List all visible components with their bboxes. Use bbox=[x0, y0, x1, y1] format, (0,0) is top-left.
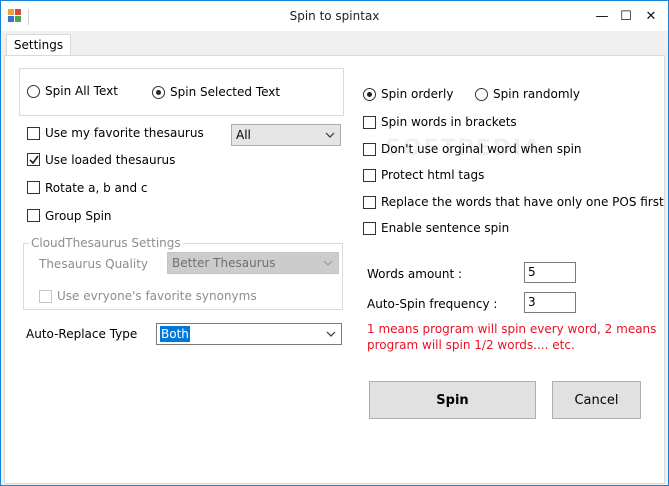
spin-all-text-label[interactable]: Spin All Text bbox=[45, 84, 118, 98]
thesaurus-select[interactable]: All bbox=[231, 124, 341, 146]
favorite-thesaurus-checkbox[interactable] bbox=[27, 127, 40, 140]
brackets-checkbox[interactable] bbox=[363, 116, 376, 129]
group-spin-label[interactable]: Group Spin bbox=[45, 209, 112, 223]
rotate-abc-checkbox[interactable] bbox=[27, 181, 40, 194]
tab-settings[interactable]: Settings bbox=[6, 34, 71, 56]
sentence-spin-label[interactable]: Enable sentence spin bbox=[381, 221, 509, 235]
close-icon: ✕ bbox=[645, 8, 657, 24]
original-word-label[interactable]: Don't use orginal word when spin bbox=[381, 142, 582, 156]
close-button[interactable]: ✕ bbox=[636, 1, 666, 31]
one-pos-checkbox[interactable] bbox=[363, 196, 376, 209]
spin-randomly-label[interactable]: Spin randomly bbox=[493, 87, 580, 101]
cloud-thesaurus-title: CloudThesaurus Settings bbox=[29, 236, 183, 250]
one-pos-label[interactable]: Replace the words that have only one POS… bbox=[381, 195, 664, 209]
spin-orderly-label[interactable]: Spin orderly bbox=[381, 87, 453, 101]
frequency-hint: 1 means program will spin every word, 2 … bbox=[367, 321, 656, 353]
favorite-synonyms-checkbox[interactable] bbox=[39, 290, 52, 303]
window-title: Spin to spintax bbox=[289, 9, 380, 23]
chevron-down-icon bbox=[326, 331, 336, 337]
original-word-checkbox[interactable] bbox=[363, 143, 376, 156]
loaded-thesaurus-checkbox[interactable] bbox=[27, 153, 40, 166]
spin-button[interactable]: Spin bbox=[369, 381, 536, 419]
auto-replace-select[interactable]: Both bbox=[156, 323, 342, 345]
brackets-label[interactable]: Spin words in brackets bbox=[381, 115, 517, 129]
maximize-icon: ☐ bbox=[620, 8, 632, 24]
words-amount-label: Words amount : bbox=[367, 267, 463, 281]
thesaurus-select-value: All bbox=[236, 128, 251, 142]
auto-spin-frequency-label: Auto-Spin frequency : bbox=[367, 297, 498, 311]
title-bar[interactable]: Spin to spintax — ☐ ✕ bbox=[1, 1, 668, 31]
thesaurus-quality-select[interactable]: Better Thesaurus bbox=[167, 252, 339, 274]
auto-replace-label: Auto-Replace Type bbox=[26, 327, 138, 341]
chevron-down-icon bbox=[325, 132, 335, 138]
chevron-down-icon bbox=[323, 260, 333, 266]
app-window: Spin to spintax — ☐ ✕ Settings SOFTPEDIA… bbox=[0, 0, 669, 486]
auto-replace-value: Both bbox=[160, 326, 190, 342]
cancel-button[interactable]: Cancel bbox=[552, 381, 641, 419]
spin-randomly-radio[interactable] bbox=[475, 88, 488, 101]
tab-strip: Settings bbox=[1, 31, 668, 56]
group-spin-checkbox[interactable] bbox=[27, 209, 40, 222]
settings-page: SOFTPEDIA Spin All Text Spin Selected Te… bbox=[4, 55, 665, 484]
spin-orderly-radio[interactable] bbox=[363, 88, 376, 101]
loaded-thesaurus-label[interactable]: Use loaded thesaurus bbox=[45, 153, 175, 167]
favorite-synonyms-label[interactable]: Use evryone's favorite synonyms bbox=[57, 289, 257, 303]
spin-selected-text-radio[interactable] bbox=[152, 86, 165, 99]
frequency-hint-line1: 1 means program will spin every word, 2 … bbox=[367, 322, 657, 336]
frequency-hint-line2: program will spin 1/2 words.... etc. bbox=[367, 338, 575, 352]
favorite-thesaurus-label[interactable]: Use my favorite thesaurus bbox=[45, 126, 204, 140]
spin-selected-text-label[interactable]: Spin Selected Text bbox=[170, 85, 280, 99]
thesaurus-quality-label: Thesaurus Quality bbox=[39, 257, 149, 271]
html-tags-checkbox[interactable] bbox=[363, 169, 376, 182]
auto-spin-frequency-input[interactable]: 3 bbox=[524, 292, 576, 313]
thesaurus-quality-value: Better Thesaurus bbox=[172, 256, 276, 270]
sentence-spin-checkbox[interactable] bbox=[363, 222, 376, 235]
checkmark-icon bbox=[29, 155, 39, 165]
rotate-abc-label[interactable]: Rotate a, b and c bbox=[45, 181, 148, 195]
html-tags-label[interactable]: Protect html tags bbox=[381, 168, 484, 182]
words-amount-input[interactable]: 5 bbox=[524, 262, 576, 283]
minimize-icon: — bbox=[595, 8, 609, 24]
spin-all-text-radio[interactable] bbox=[27, 85, 40, 98]
